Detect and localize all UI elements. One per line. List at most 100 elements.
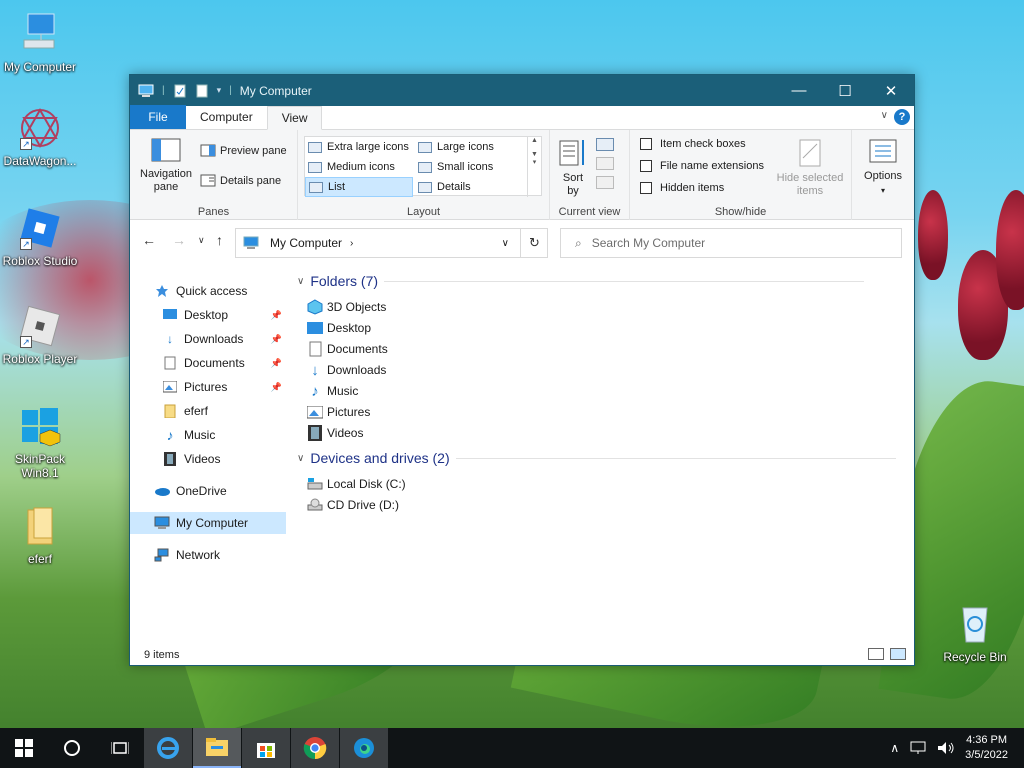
group-header-devices[interactable]: ∨ Devices and drives (2) <box>297 450 896 466</box>
folder-icon <box>18 504 62 548</box>
forward-icon[interactable]: → <box>172 232 186 248</box>
drive-item-local-disk[interactable]: Local Disk (C:) <box>307 474 406 494</box>
collapse-chevron-icon[interactable]: ∨ <box>297 453 304 464</box>
desktop-icon-recycle-bin[interactable]: Recycle Bin <box>936 602 1014 664</box>
hard-drive-icon <box>307 476 323 492</box>
sort-by-button[interactable]: Sort by <box>556 138 590 198</box>
properties-icon[interactable] <box>173 84 187 98</box>
details-view-icon[interactable] <box>868 648 884 660</box>
checkbox[interactable] <box>640 138 652 150</box>
layout-option-extra-large-icons[interactable]: Extra large icons <box>305 137 415 157</box>
drive-item-cd-drive[interactable]: CD Drive (D:) <box>307 495 399 515</box>
navigation-pane-icon <box>151 138 181 164</box>
nav-item-desktop[interactable]: Desktop📌 <box>130 304 286 326</box>
pin-icon[interactable]: 📌 <box>271 310 282 321</box>
taskbar-app-edge[interactable] <box>340 728 388 768</box>
options-button[interactable]: Options ▾ <box>858 138 908 195</box>
address-dropdown-icon[interactable]: ∨ <box>502 238 509 249</box>
layout-option-large-icons[interactable]: Large icons <box>415 137 525 157</box>
layout-option-small-icons[interactable]: Small icons <box>415 157 525 177</box>
refresh-button[interactable]: ↻ <box>520 228 548 258</box>
show-hidden-icons-icon[interactable]: ∧ <box>890 741 899 755</box>
layout-option-medium-icons[interactable]: Medium icons <box>305 157 415 177</box>
title-bar[interactable]: | ▾ | My Computer — ☐ ✕ <box>130 75 914 106</box>
tab-file[interactable]: File <box>130 105 186 129</box>
nav-item-quick-access[interactable]: Quick access <box>130 280 286 302</box>
start-button[interactable] <box>0 728 48 768</box>
volume-icon[interactable] <box>937 741 955 755</box>
cloud-icon <box>154 483 170 499</box>
help-icon[interactable]: ? <box>894 109 910 125</box>
checkbox[interactable] <box>640 182 652 194</box>
nav-item-network[interactable]: Network <box>130 544 286 566</box>
nav-item-onedrive[interactable]: OneDrive <box>130 480 286 502</box>
tab-computer[interactable]: Computer <box>186 105 267 129</box>
folder-item-3d-objects[interactable]: 3D Objects <box>307 297 386 317</box>
new-folder-icon[interactable] <box>195 84 209 98</box>
item-check-boxes-toggle[interactable]: Item check boxes <box>640 138 746 150</box>
search-button[interactable] <box>48 728 96 768</box>
nav-item-documents[interactable]: Documents📌 <box>130 352 286 374</box>
maximize-button[interactable]: ☐ <box>822 75 868 106</box>
details-pane-button[interactable]: Details pane <box>200 174 281 187</box>
layout-gallery-scroll[interactable]: ▲▼▾ <box>527 137 541 197</box>
large-icons-view-icon[interactable] <box>890 648 906 660</box>
group-label-panes: Panes <box>130 206 297 218</box>
desktop-icon-skinpack[interactable]: SkinPack Win8.1 <box>0 404 80 480</box>
desktop-icon-datawagon[interactable]: ↗ DataWagon... <box>0 106 80 168</box>
close-button[interactable]: ✕ <box>868 75 914 106</box>
ribbon-collapse-icon[interactable]: ∨ <box>881 110 888 121</box>
task-view-button[interactable] <box>96 728 144 768</box>
folder-item-downloads[interactable]: ↓ Downloads <box>307 360 386 380</box>
nav-item-my-computer[interactable]: My Computer <box>130 512 286 534</box>
desktop-icon-my-computer[interactable]: My Computer <box>0 12 80 74</box>
minimize-button[interactable]: — <box>776 75 822 106</box>
pin-icon[interactable]: 📌 <box>271 358 282 369</box>
taskbar-app-file-explorer[interactable] <box>193 728 241 768</box>
folder-item-desktop[interactable]: Desktop <box>307 318 371 338</box>
add-columns-icon[interactable] <box>596 157 614 170</box>
navigation-pane-button[interactable]: Navigation pane <box>136 138 196 194</box>
nav-item-music[interactable]: ♪ Music <box>130 424 286 446</box>
nav-item-videos[interactable]: Videos <box>130 448 286 470</box>
folder-item-music[interactable]: ♪ Music <box>307 381 358 401</box>
group-header-folders[interactable]: ∨ Folders (7) <box>297 273 864 289</box>
clock[interactable]: 4:36 PM 3/5/2022 <box>965 733 1008 763</box>
desktop-icon-roblox-studio[interactable]: ↗ Roblox Studio <box>0 206 80 268</box>
layout-option-list[interactable]: List <box>305 177 413 197</box>
back-icon[interactable]: ← <box>142 232 156 248</box>
collapse-chevron-icon[interactable]: ∨ <box>297 276 304 287</box>
nav-item-eferf[interactable]: eferf <box>130 400 286 422</box>
desktop-icon <box>162 307 178 323</box>
roblox-studio-icon: ↗ <box>18 206 62 250</box>
folder-item-pictures[interactable]: Pictures <box>307 402 370 422</box>
taskbar-app-chrome[interactable] <box>291 728 339 768</box>
network-icon[interactable] <box>909 741 927 755</box>
taskbar-app-microsoft-store[interactable] <box>242 728 290 768</box>
preview-pane-button[interactable]: Preview pane <box>200 144 287 157</box>
taskbar-app-internet-explorer[interactable] <box>144 728 192 768</box>
folder-item-videos[interactable]: Videos <box>307 423 363 443</box>
recent-locations-icon[interactable]: ∨ <box>198 235 205 246</box>
nav-item-pictures[interactable]: Pictures📌 <box>130 376 286 398</box>
chevron-down-icon[interactable]: ▾ <box>217 85 222 96</box>
tab-view[interactable]: View <box>267 106 323 130</box>
file-name-extensions-toggle[interactable]: File name extensions <box>640 160 764 172</box>
pin-icon[interactable]: 📌 <box>271 382 282 393</box>
folder-item-documents[interactable]: Documents <box>307 339 388 359</box>
size-columns-icon[interactable] <box>596 176 614 189</box>
layout-option-details[interactable]: Details <box>415 177 525 197</box>
address-bar[interactable]: My Computer › ∨ <box>235 228 548 258</box>
file-explorer-icon <box>205 737 229 757</box>
pin-icon[interactable]: 📌 <box>271 334 282 345</box>
nav-item-downloads[interactable]: ↓ Downloads📌 <box>130 328 286 350</box>
desktop-icon-eferf[interactable]: eferf <box>0 504 80 566</box>
desktop-icon-roblox-player[interactable]: ↗ Roblox Player <box>0 304 80 366</box>
search-input[interactable]: ⌕ Search My Computer <box>560 228 902 258</box>
up-icon[interactable]: ↑ <box>216 232 223 248</box>
checkbox[interactable] <box>640 160 652 172</box>
breadcrumb-chevron-icon[interactable]: › <box>350 238 353 249</box>
hidden-items-toggle[interactable]: Hidden items <box>640 182 724 194</box>
group-by-icon[interactable] <box>596 138 614 151</box>
hide-selected-items-button[interactable]: Hide selected items <box>774 138 846 198</box>
